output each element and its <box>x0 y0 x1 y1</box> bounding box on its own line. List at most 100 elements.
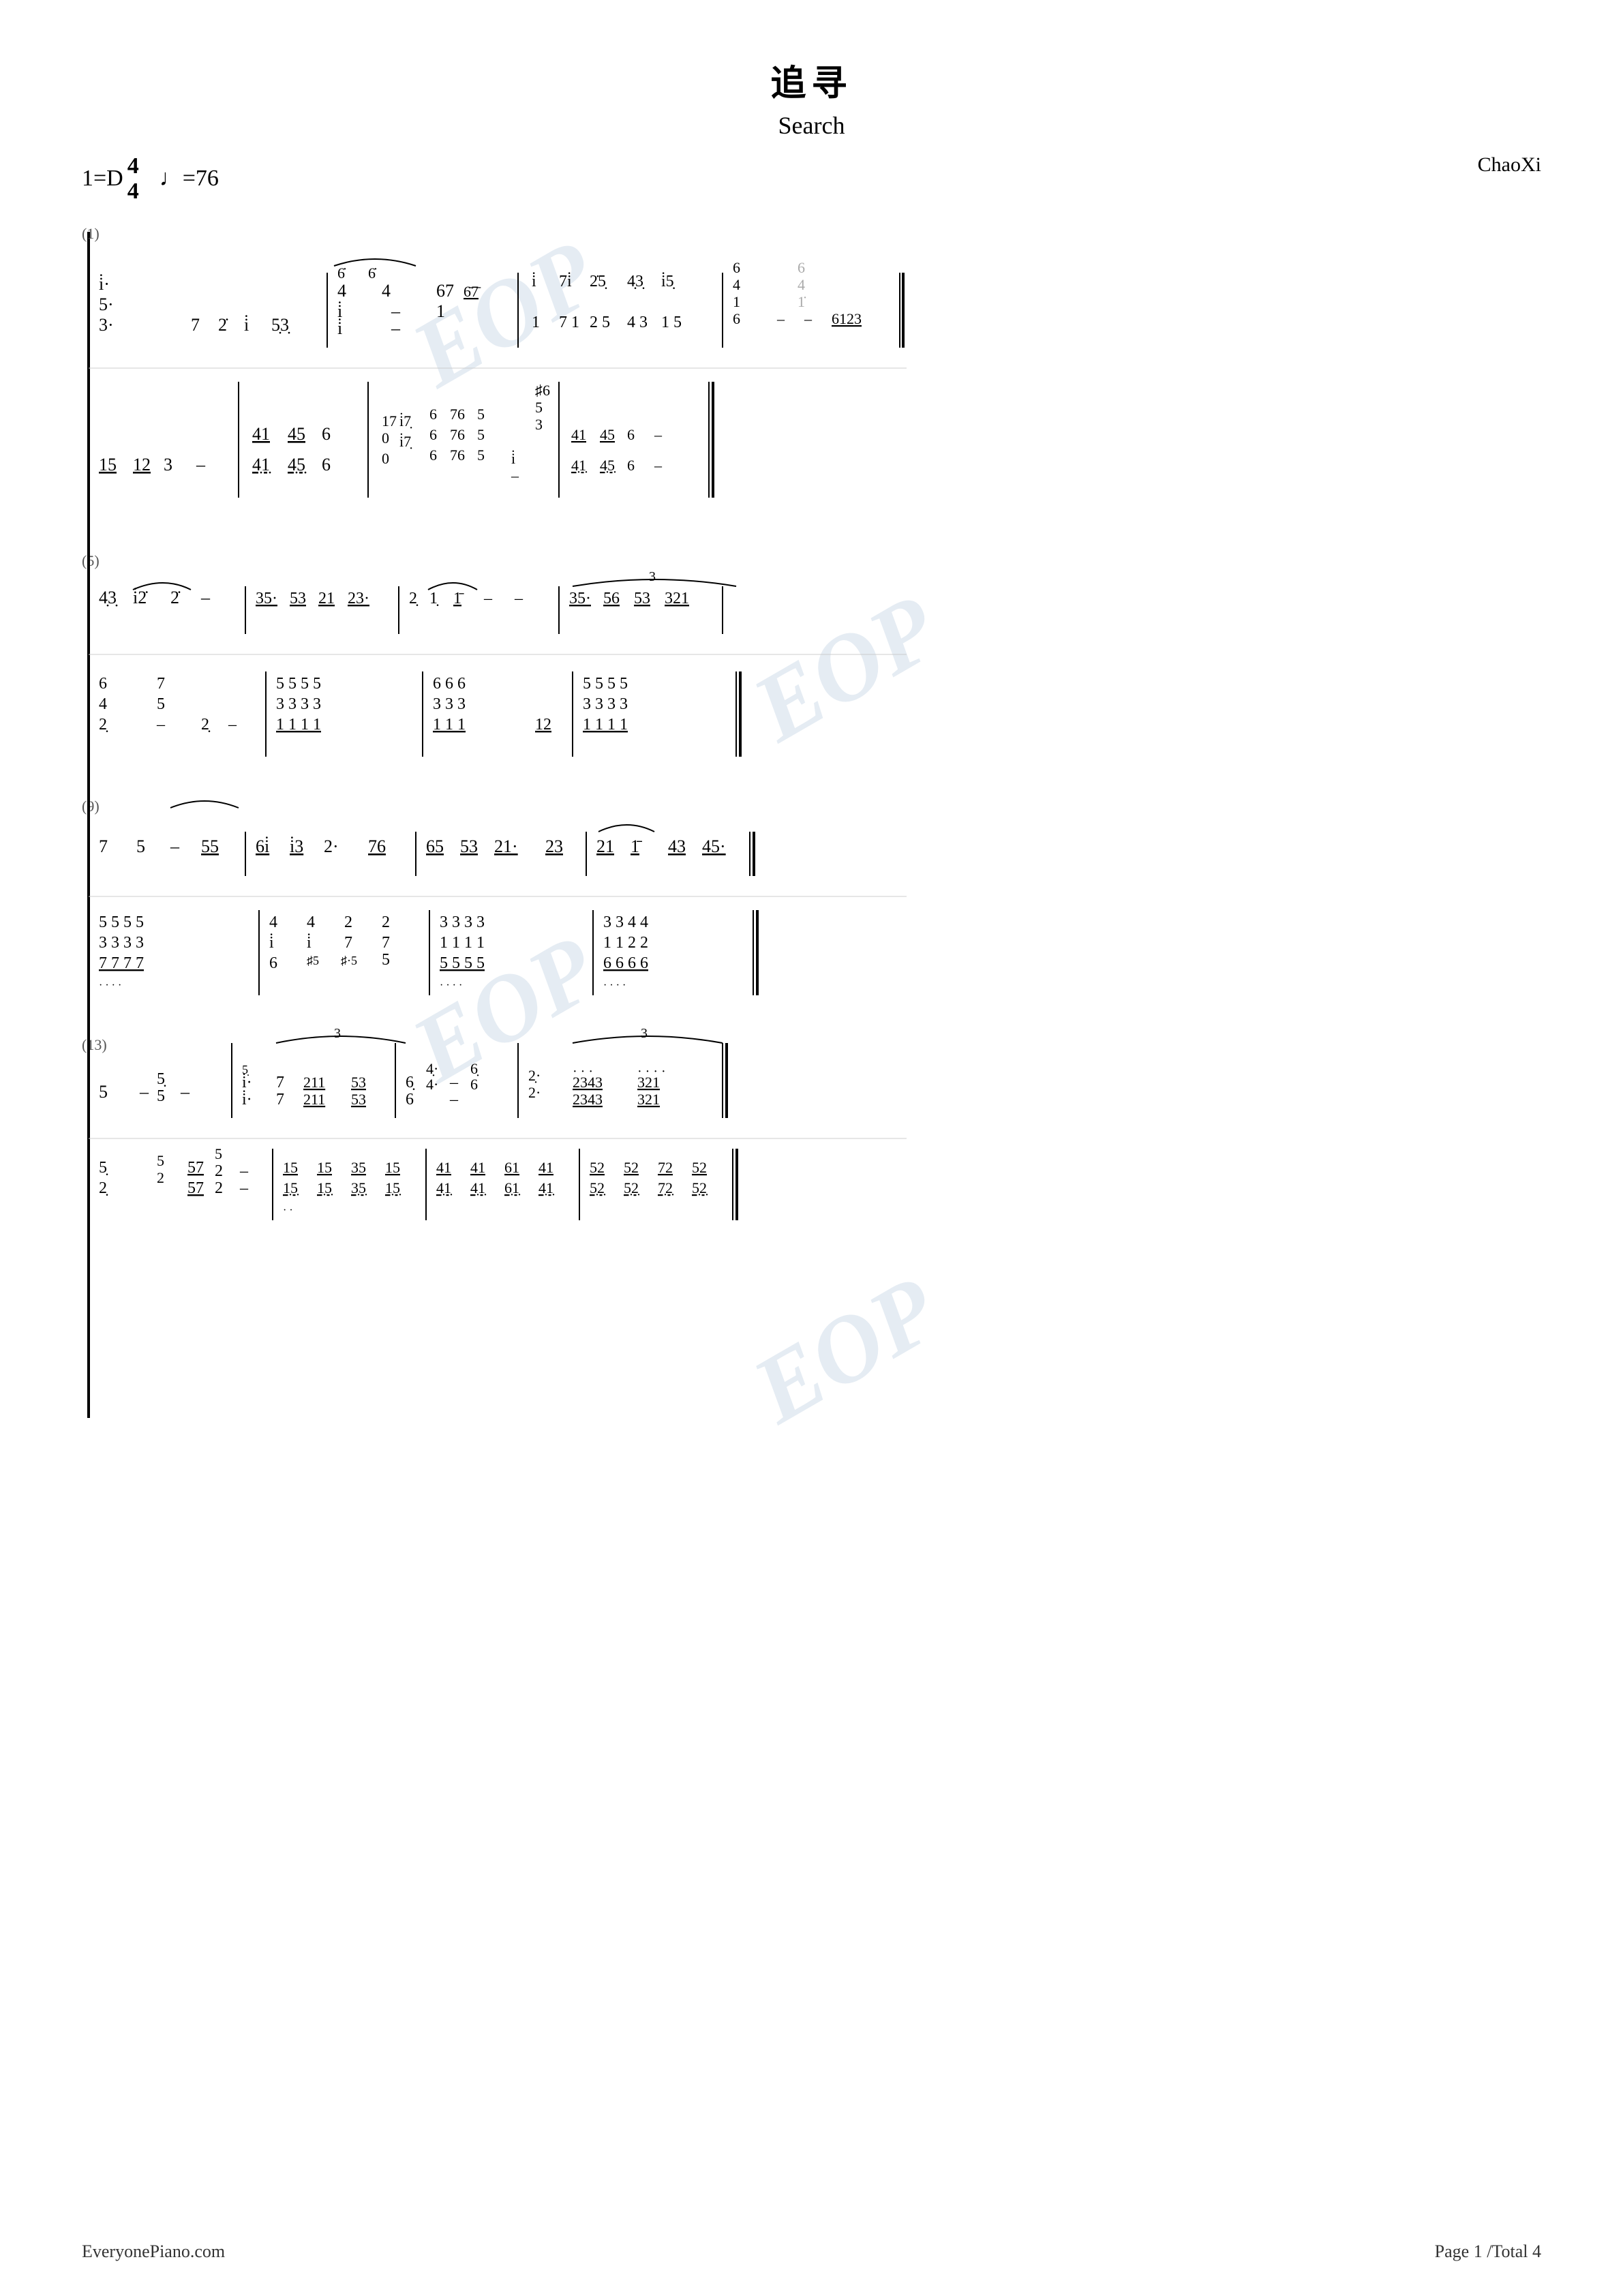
svg-text:7: 7 <box>157 675 165 693</box>
svg-text:7: 7 <box>276 1091 284 1108</box>
svg-text:4̣1̣: 4̣1̣ <box>252 455 271 474</box>
svg-text:6̣: 6̣ <box>406 1074 415 1091</box>
svg-text:67: 67 <box>436 281 454 301</box>
svg-text:53: 53 <box>290 590 306 607</box>
svg-text:2̣: 2̣ <box>409 590 419 607</box>
svg-text:–: – <box>200 588 211 607</box>
svg-text:2343: 2343 <box>573 1074 603 1091</box>
svg-text:· · · ·: · · · · <box>440 980 462 991</box>
svg-text:4 3: 4 3 <box>627 314 648 331</box>
svg-text:5̣2̣: 5̣2̣ <box>590 1179 606 1196</box>
svg-text:6̄7̄: 6̄7̄ <box>464 283 481 300</box>
svg-text:21: 21 <box>596 836 614 856</box>
svg-text:1 1 1: 1 1 1 <box>433 716 466 734</box>
svg-text:5: 5 <box>477 447 485 464</box>
svg-text:(5): (5) <box>82 552 100 569</box>
svg-text:4: 4 <box>337 281 346 301</box>
svg-text:5·: 5· <box>99 294 114 314</box>
svg-text:4̣1̣: 4̣1̣ <box>571 457 588 474</box>
svg-text:4̣1̣: 4̣1̣ <box>470 1179 487 1196</box>
svg-text:–: – <box>514 590 524 607</box>
svg-text:5̣: 5̣ <box>157 1070 166 1088</box>
svg-text:7: 7 <box>99 836 108 856</box>
svg-text:6 6 6 6: 6 6 6 6 <box>603 954 648 972</box>
svg-text:–: – <box>449 1074 459 1091</box>
svg-text:41: 41 <box>539 1159 553 1176</box>
svg-text:6̇: 6̇ <box>337 265 346 282</box>
svg-text:7: 7 <box>191 315 200 335</box>
svg-text:2: 2 <box>215 1162 223 1180</box>
svg-text:3: 3 <box>649 569 656 584</box>
svg-text:· · · ·: · · · · <box>603 980 626 991</box>
svg-text:♯6: ♯6 <box>535 382 550 399</box>
svg-text:5 5 5 5: 5 5 5 5 <box>440 954 485 972</box>
svg-text:52: 52 <box>624 1159 639 1176</box>
svg-text:5: 5 <box>477 426 485 443</box>
svg-text:21·: 21· <box>494 836 518 856</box>
footer: EveryonePiano.com Page 1 /Total 4 <box>82 2241 1541 2262</box>
svg-text:3·: 3· <box>99 315 114 335</box>
svg-text:3: 3 <box>164 455 172 474</box>
svg-text:45·: 45· <box>702 836 726 856</box>
svg-text:♯5: ♯5 <box>307 954 319 967</box>
svg-text:2 5: 2 5 <box>590 314 610 331</box>
svg-text:6: 6 <box>429 406 437 423</box>
svg-text:7i̇: 7i̇ <box>559 272 572 290</box>
svg-text:–: – <box>239 1179 249 1197</box>
svg-text:41: 41 <box>571 426 586 443</box>
svg-text:–: – <box>391 318 401 338</box>
svg-text:41: 41 <box>470 1159 485 1176</box>
svg-text:65: 65 <box>426 836 444 856</box>
svg-text:5: 5 <box>157 1152 164 1169</box>
svg-text:2̇: 2̇ <box>218 315 228 335</box>
svg-text:57: 57 <box>187 1159 204 1177</box>
svg-text:i̇7̣: i̇7̣ <box>399 412 412 429</box>
svg-text:6: 6 <box>733 310 740 327</box>
svg-text:7̣2̣: 7̣2̣ <box>658 1179 674 1196</box>
svg-text:321: 321 <box>665 590 689 607</box>
svg-text:4̣5̣: 4̣5̣ <box>600 457 616 474</box>
svg-text:2: 2 <box>215 1179 223 1197</box>
svg-text:i̇: i̇ <box>244 315 249 335</box>
svg-text:(13): (13) <box>82 1036 107 1053</box>
svg-text:2: 2 <box>382 913 390 931</box>
svg-text:3 3 3 3: 3 3 3 3 <box>583 695 628 713</box>
svg-text:5: 5 <box>136 836 145 856</box>
svg-text:i̇·: i̇· <box>242 1090 252 1108</box>
svg-text:45: 45 <box>600 426 615 443</box>
svg-text:5 5 5 5: 5 5 5 5 <box>583 675 628 693</box>
svg-text:41: 41 <box>436 1159 451 1176</box>
score-svg: (1) i̇· 5· 3· 7 2̇ i̇ 5̣3̣ 6̇ 4 i̇ i̇ 6̇… <box>82 225 1541 2202</box>
svg-text:5: 5 <box>215 1145 222 1162</box>
svg-text:2̣: 2̣ <box>99 716 108 734</box>
svg-text:43: 43 <box>668 836 686 856</box>
svg-text:76: 76 <box>450 406 465 423</box>
svg-text:1 1 1 1: 1 1 1 1 <box>276 716 321 734</box>
svg-text:1̇: 1̇ <box>798 293 806 310</box>
svg-text:211: 211 <box>303 1091 325 1108</box>
svg-text:4: 4 <box>382 281 391 301</box>
meta-left: 1=D 4 4 ♩=76 <box>82 153 219 205</box>
svg-text:6 6 6: 6 6 6 <box>433 675 466 693</box>
svg-text:6: 6 <box>627 457 635 474</box>
key-signature: 1=D 4 4 <box>82 153 139 205</box>
svg-text:6: 6 <box>99 675 107 693</box>
svg-text:6123: 6123 <box>832 310 862 327</box>
svg-text:i̇: i̇ <box>307 933 312 952</box>
svg-text:i̇: i̇ <box>532 272 536 290</box>
svg-text:–: – <box>170 836 180 856</box>
svg-text:3: 3 <box>641 1026 648 1041</box>
svg-text:4̣3̣: 4̣3̣ <box>627 273 645 290</box>
svg-text:56: 56 <box>603 590 620 607</box>
svg-text:5̣2̣: 5̣2̣ <box>624 1179 640 1196</box>
svg-text:72: 72 <box>658 1159 673 1176</box>
svg-text:53: 53 <box>351 1091 366 1108</box>
svg-text:7: 7 <box>344 934 352 952</box>
svg-text:i̇3: i̇3 <box>290 836 303 856</box>
svg-text:· ·: · · <box>283 1205 293 1216</box>
svg-text:1 1 1 1: 1 1 1 1 <box>583 716 628 734</box>
svg-text:4: 4 <box>733 276 740 293</box>
svg-text:2̇: 2̇ <box>170 588 181 607</box>
svg-text:7: 7 <box>276 1074 284 1091</box>
svg-text:6: 6 <box>322 455 331 474</box>
